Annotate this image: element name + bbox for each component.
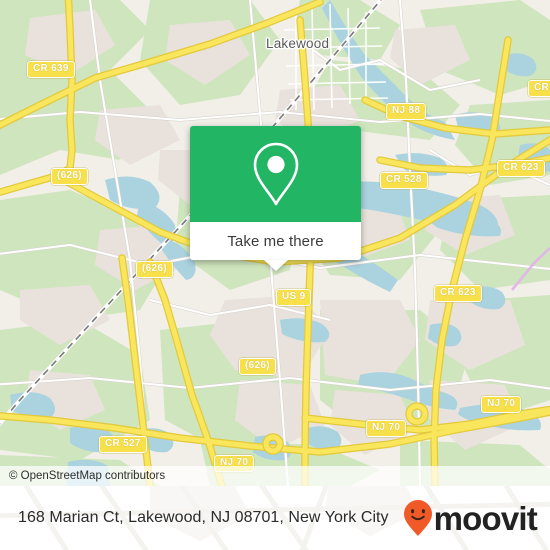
road-shield: CR 527 xyxy=(99,436,147,453)
attribution-bar: © OpenStreetMap contributors xyxy=(0,466,550,486)
osm-attribution-text[interactable]: © OpenStreetMap contributors xyxy=(0,470,165,482)
footer-bar: 168 Marian Ct, Lakewood, NJ 08701, New Y… xyxy=(0,486,550,550)
road-shield: (626) xyxy=(51,168,88,185)
moovit-map-screenshot: Lakewood CR 639 (626) (626) (626) CR 527… xyxy=(0,0,550,550)
popup-tail-pointer xyxy=(263,260,288,271)
popup-action-bar[interactable]: Take me there xyxy=(190,222,361,271)
road-shield: CR xyxy=(528,80,550,97)
moovit-logo[interactable]: moovit xyxy=(403,499,538,537)
location-popup-card[interactable]: Take me there xyxy=(190,126,361,271)
road-shield: (626) xyxy=(136,261,173,278)
address-label: 168 Marian Ct, Lakewood, NJ 08701, New Y… xyxy=(18,509,389,526)
road-shield: CR 639 xyxy=(27,61,75,78)
road-shield: NJ 70 xyxy=(366,420,407,437)
road-shield: (626) xyxy=(239,358,276,375)
map-pin-icon xyxy=(253,142,298,206)
road-shield: CR 528 xyxy=(380,172,428,189)
take-me-there-label: Take me there xyxy=(227,232,324,250)
moovit-smiley-pin-icon xyxy=(403,500,432,536)
road-shield: NJ 70 xyxy=(481,396,522,413)
popup-header xyxy=(190,126,361,222)
road-shield: CR 623 xyxy=(497,160,545,177)
road-shield: CR 623 xyxy=(434,285,482,302)
road-shield: US 9 xyxy=(276,289,312,306)
road-shield: NJ 88 xyxy=(386,103,427,120)
moovit-wordmark: moovit xyxy=(433,499,538,537)
map-canvas[interactable]: Lakewood CR 639 (626) (626) (626) CR 527… xyxy=(0,0,550,486)
